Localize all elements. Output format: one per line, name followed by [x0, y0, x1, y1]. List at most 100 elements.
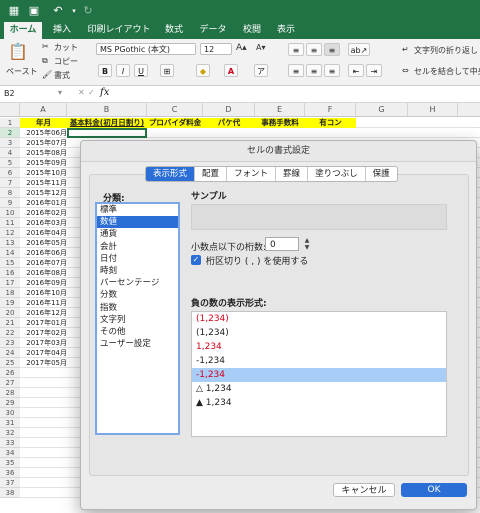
tab-protection[interactable]: 保護 [366, 167, 397, 181]
ok-button[interactable]: OK [401, 483, 467, 497]
row-header[interactable]: 10 [0, 208, 20, 218]
date-cell[interactable]: 2016年11月 [20, 298, 67, 308]
date-cell[interactable]: 2016年04月 [20, 228, 67, 238]
row-header[interactable]: 8 [0, 188, 20, 198]
row-header[interactable]: 9 [0, 198, 20, 208]
date-cell[interactable]: 2015年06月 [20, 128, 67, 138]
row-header[interactable]: 34 [0, 448, 20, 458]
row-header[interactable]: 18 [0, 288, 20, 298]
confirm-entry-icon[interactable]: ✓ [88, 88, 95, 97]
row-header[interactable]: 1 [0, 118, 20, 128]
decrease-indent-icon[interactable]: ⇤ [348, 64, 364, 77]
row-header[interactable]: 12 [0, 228, 20, 238]
tab-page-layout[interactable]: 印刷レイアウト [84, 22, 154, 39]
negative-format-item[interactable]: 1,234 [192, 340, 446, 354]
row-header[interactable]: 16 [0, 268, 20, 278]
header-cell[interactable]: プロバイダ料金 [147, 118, 203, 128]
row-header[interactable]: 6 [0, 168, 20, 178]
category-item[interactable]: ユーザー設定 [97, 338, 178, 350]
thousands-separator-checkbox[interactable]: ✓ [191, 255, 201, 265]
row-header[interactable]: 22 [0, 328, 20, 338]
fill-color-icon[interactable]: ◆ [196, 64, 210, 77]
row-header[interactable]: 4 [0, 148, 20, 158]
column-header-e[interactable]: E [255, 103, 305, 116]
category-item[interactable]: 文字列 [97, 314, 178, 326]
cancel-button[interactable]: キャンセル [333, 483, 395, 497]
decimal-stepper[interactable]: ▲ ▼ [303, 237, 311, 251]
tab-border[interactable]: 罫線 [276, 167, 309, 181]
date-cell[interactable]: 2015年09月 [20, 158, 67, 168]
italic-icon[interactable]: I [116, 64, 130, 77]
column-header-f[interactable]: F [305, 103, 356, 116]
copy-button[interactable]: コピー [54, 56, 78, 67]
date-cell[interactable]: 2016年05月 [20, 238, 67, 248]
format-painter-button[interactable]: 書式 [54, 70, 70, 81]
tab-fill[interactable]: 塗りつぶし [308, 167, 366, 181]
header-cell[interactable]: パケ代 [203, 118, 255, 128]
date-cell[interactable]: 2017年02月 [20, 328, 67, 338]
undo-icon[interactable]: ↶ [52, 5, 64, 17]
category-item[interactable]: その他 [97, 326, 178, 338]
date-cell[interactable]: 2016年08月 [20, 268, 67, 278]
merge-icon[interactable]: ⇔ [402, 66, 409, 75]
name-box[interactable]: B2 [4, 88, 54, 100]
column-header-a[interactable]: A [20, 103, 67, 116]
negative-format-item[interactable]: -1,234 [192, 354, 446, 368]
column-header-g[interactable]: G [356, 103, 408, 116]
underline-icon[interactable]: U [134, 64, 148, 77]
column-header-d[interactable]: D [203, 103, 255, 116]
font-name-select[interactable]: MS PGothic (本文) [96, 43, 196, 55]
row-header[interactable]: 37 [0, 478, 20, 488]
row-header[interactable]: 25 [0, 358, 20, 368]
align-right-icon[interactable]: ≡ [324, 64, 340, 77]
redo-icon[interactable]: ↻ [82, 5, 94, 17]
category-item[interactable]: 通貨 [97, 228, 178, 240]
tab-number-format[interactable]: 表示形式 [146, 167, 196, 181]
row-header[interactable]: 13 [0, 238, 20, 248]
row-header[interactable]: 5 [0, 158, 20, 168]
align-left-icon[interactable]: ≡ [288, 64, 304, 77]
date-cell[interactable]: 2016年07月 [20, 258, 67, 268]
font-size-select[interactable]: 12 [200, 43, 232, 55]
cut-button[interactable]: カット [54, 42, 78, 53]
tab-alignment[interactable]: 配置 [195, 167, 228, 181]
row-header[interactable]: 30 [0, 408, 20, 418]
row-header[interactable]: 19 [0, 298, 20, 308]
formula-input[interactable] [118, 88, 474, 100]
date-cell[interactable]: 2015年08月 [20, 148, 67, 158]
row-header[interactable]: 33 [0, 438, 20, 448]
cancel-entry-icon[interactable]: ✕ [78, 88, 85, 97]
header-cell[interactable]: 基本料金(初月日割り) [67, 118, 147, 128]
grid-icon[interactable]: ▦ [8, 5, 20, 17]
row-header[interactable]: 14 [0, 248, 20, 258]
paste-button[interactable]: ペースト [6, 66, 38, 77]
tab-formulas[interactable]: 数式 [160, 22, 188, 39]
date-cell[interactable]: 2016年10月 [20, 288, 67, 298]
negative-format-item[interactable]: △ 1,234 [192, 382, 446, 396]
row-header[interactable]: 27 [0, 378, 20, 388]
date-cell[interactable]: 2015年11月 [20, 178, 67, 188]
format-painter-icon[interactable]: 🖌 [42, 70, 52, 79]
paste-icon[interactable]: 📋 [8, 42, 28, 61]
date-cell[interactable]: 2017年05月 [20, 358, 67, 368]
date-cell[interactable]: 2017年03月 [20, 338, 67, 348]
date-cell[interactable]: 2016年02月 [20, 208, 67, 218]
row-header[interactable]: 28 [0, 388, 20, 398]
increase-font-icon[interactable]: A▴ [236, 43, 247, 53]
row-header[interactable]: 36 [0, 468, 20, 478]
row-header[interactable]: 2 [0, 128, 20, 138]
wrap-text-icon[interactable]: ↵ [402, 45, 409, 54]
category-item[interactable]: 日付 [97, 253, 178, 265]
increase-indent-icon[interactable]: ⇥ [366, 64, 382, 77]
name-box-dropdown-icon[interactable]: ▾ [58, 88, 62, 97]
undo-dropdown-icon[interactable]: ▾ [68, 5, 80, 17]
date-cell[interactable]: 2015年10月 [20, 168, 67, 178]
category-item[interactable]: 時刻 [97, 265, 178, 277]
align-bottom-icon[interactable]: ≡ [324, 43, 340, 56]
align-center-icon[interactable]: ≡ [306, 64, 322, 77]
date-cell[interactable]: 2016年06月 [20, 248, 67, 258]
tab-font[interactable]: フォント [227, 167, 277, 181]
decrease-font-icon[interactable]: A▾ [256, 43, 266, 52]
selected-cell[interactable] [67, 128, 147, 138]
negative-format-item[interactable]: -1,234 [192, 368, 446, 382]
